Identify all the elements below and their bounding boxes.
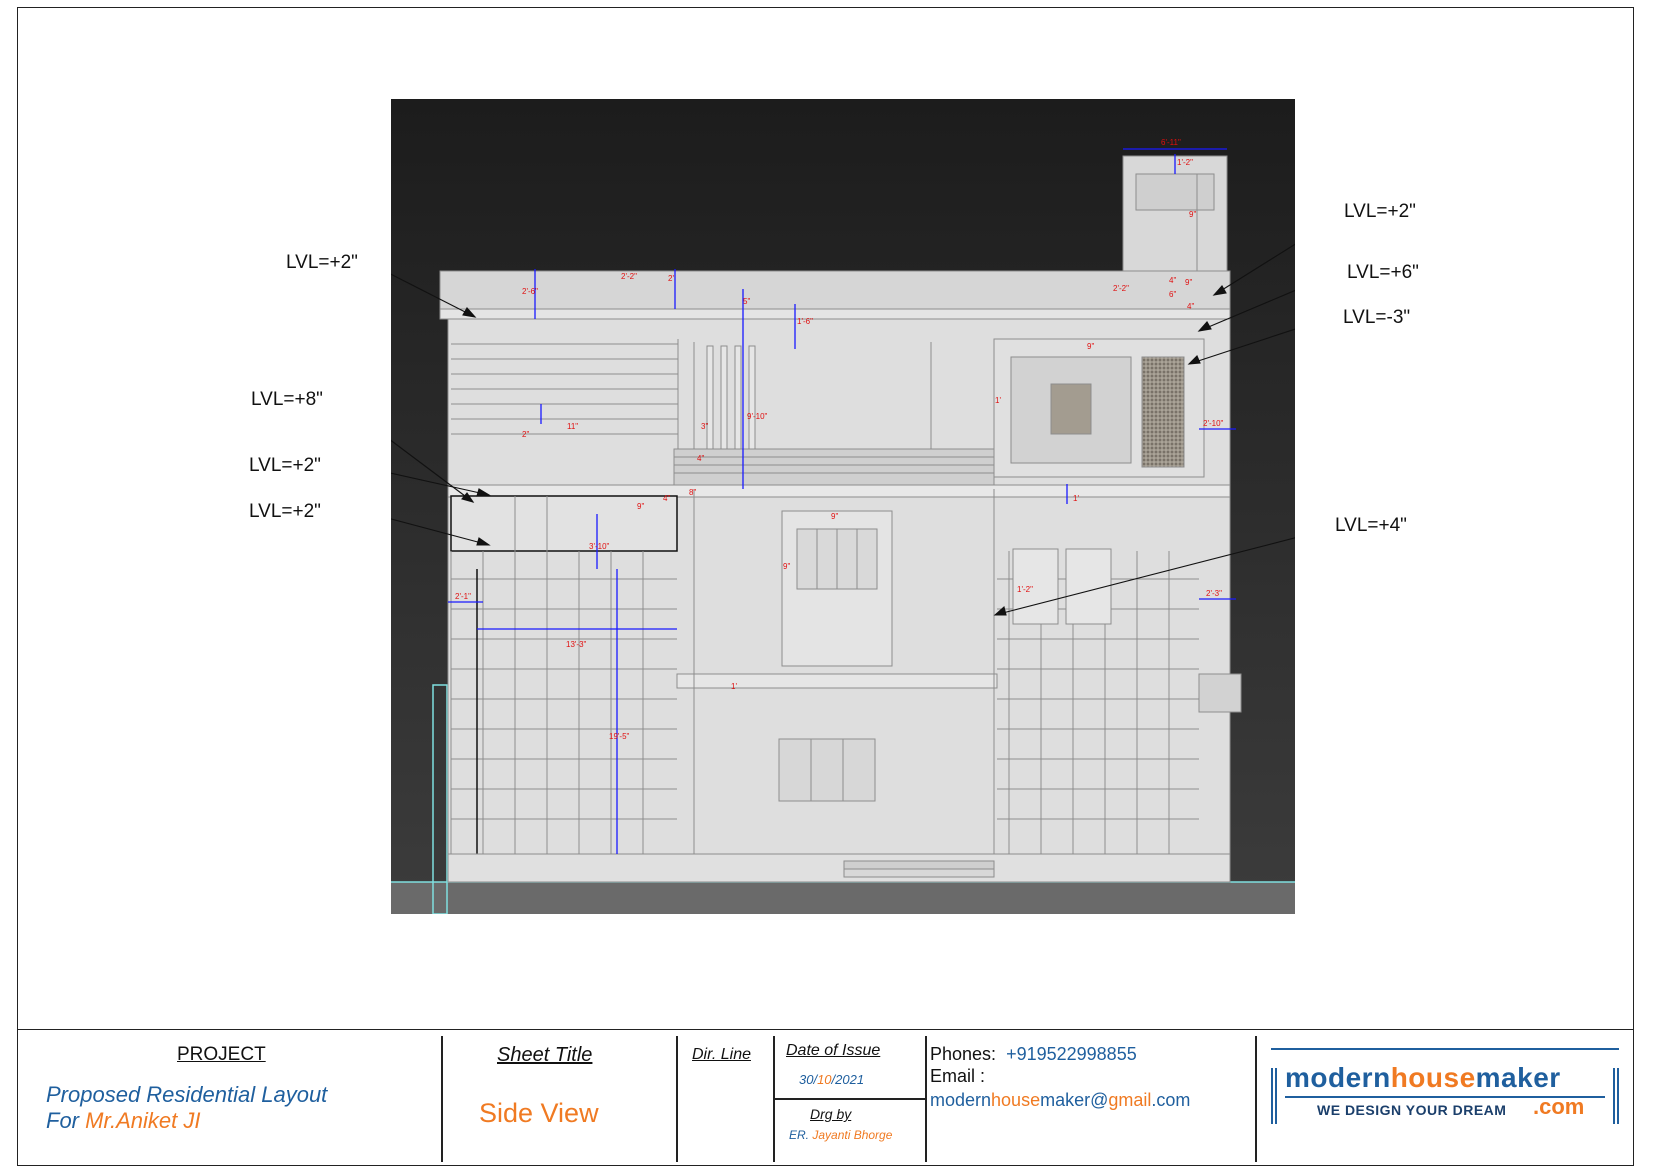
dimension-label: 9" — [1087, 342, 1094, 351]
dimension-label: 2'-10" — [1203, 419, 1224, 428]
project-for-label: For — [46, 1108, 86, 1133]
dimension-label: 19'-5" — [609, 732, 630, 741]
dir-line-heading: Dir. Line — [692, 1046, 751, 1063]
logo-part: house — [1390, 1062, 1476, 1093]
dimension-label: 11" — [567, 422, 578, 431]
logo-dotcom: .com — [1533, 1094, 1585, 1119]
logo-tagline: WE DESIGN YOUR DREAM — [1317, 1102, 1507, 1118]
email-label: Email : — [930, 1066, 986, 1086]
phones-line: Phones: +919522998855 — [930, 1044, 1137, 1065]
dimension-label: 13'-3" — [566, 640, 587, 649]
divider — [676, 1036, 678, 1162]
date-of-issue: 30/10/2021 — [799, 1072, 864, 1087]
project-for-line: For Mr.Aniket JI — [46, 1108, 200, 1134]
email-part: maker@ — [1040, 1090, 1109, 1110]
dimension-label: 1'-6" — [797, 317, 813, 326]
level-label: LVL=+2" — [249, 455, 321, 476]
divider — [441, 1036, 443, 1162]
ground — [391, 882, 1295, 914]
email-part: .com — [1151, 1090, 1191, 1110]
project-heading: PROJECT — [177, 1044, 266, 1065]
dimension-label: 9" — [831, 512, 838, 521]
email-part: gmail — [1108, 1090, 1152, 1110]
divider — [773, 1098, 925, 1100]
phones-label: Phones: — [930, 1044, 997, 1064]
divider — [925, 1036, 927, 1162]
dimension-label: 2'-3" — [1206, 589, 1222, 598]
dimension-label: 9" — [1189, 210, 1196, 219]
dimension-label: 1' — [995, 396, 1001, 405]
email-value[interactable]: modernhousemaker@gmail.com — [930, 1090, 1190, 1111]
email-part: house — [991, 1090, 1041, 1110]
sheet-title-value: Side View — [479, 1098, 599, 1128]
dimension-label: 9'-10" — [747, 412, 768, 421]
level-label: LVL=-3" — [1343, 307, 1411, 328]
dimension-label: 9" — [637, 502, 644, 511]
dimension-label: 2'-2" — [621, 272, 637, 281]
dimension-label: 4" — [1169, 276, 1176, 285]
level-label: LVL=+8" — [251, 389, 323, 410]
email-part: modern — [930, 1090, 992, 1110]
level-label: LVL=+2" — [1344, 201, 1416, 222]
side-elevation-drawing: 6'-11" 1'-2" 9" 2'-6" 2'-2" 2' 5" 1'-6" … — [391, 99, 1295, 914]
dimension-label: 9" — [783, 562, 790, 571]
dimension-label: 4" — [663, 494, 670, 503]
dimension-label: 2'-2" — [1113, 284, 1129, 293]
date-heading: Date of Issue — [786, 1042, 881, 1059]
title-block: PROJECT Proposed Residential Layout For … — [17, 1029, 1634, 1167]
level-label: LVL=+2" — [249, 501, 321, 522]
dimension-label: 5" — [743, 297, 750, 306]
dimension-label: 2" — [522, 430, 529, 439]
dimension-label: 6" — [1169, 290, 1176, 299]
project-name: Proposed Residential Layout — [46, 1082, 328, 1107]
dimension-label: 1' — [1073, 494, 1079, 503]
dimension-label: 1' — [731, 682, 737, 691]
drg-heading: Drg by — [810, 1106, 852, 1122]
logo-wordmark: modernhousemaker — [1285, 1062, 1561, 1094]
drg-prefix: ER. — [789, 1128, 813, 1142]
dimension-label: 4" — [697, 454, 704, 463]
dimension-label: 1'-2" — [1017, 585, 1033, 594]
project-client: Mr.Aniket JI — [85, 1108, 201, 1133]
level-label: LVL=+6" — [1347, 262, 1419, 283]
drawn-by: ER. Jayanti Bhorge — [789, 1128, 892, 1142]
dimension-label: 2'-1" — [455, 592, 471, 601]
dimension-label: 3'-10" — [589, 542, 610, 551]
date-month: 10 — [817, 1072, 832, 1087]
dimension-label: 2'-6" — [522, 287, 538, 296]
divider — [1255, 1036, 1257, 1162]
level-label: LVL=+2" — [286, 252, 358, 273]
phones-value[interactable]: +919522998855 — [1006, 1044, 1137, 1064]
dimension-label: 3" — [701, 422, 708, 431]
dimension-label: 1'-2" — [1177, 158, 1193, 167]
date-year: /2021 — [831, 1072, 865, 1087]
dimension-label: 6'-11" — [1161, 138, 1181, 147]
level-label: LVL=+4" — [1335, 515, 1407, 536]
logo-part: modern — [1285, 1062, 1391, 1093]
date-day: 30/ — [799, 1072, 818, 1087]
sheet-title-heading: Sheet Title — [497, 1044, 593, 1066]
logo-part: maker — [1475, 1062, 1561, 1093]
dimension-label: 9" — [1185, 278, 1192, 287]
company-logo: modernhousemaker WE DESIGN YOUR DREAM .c… — [1271, 1048, 1619, 1148]
dimension-label: 8" — [689, 488, 696, 497]
dimension-label: 4" — [1187, 302, 1194, 311]
drg-name: Jayanti Bhorge — [812, 1128, 893, 1142]
dimension-label: 2' — [668, 274, 674, 283]
